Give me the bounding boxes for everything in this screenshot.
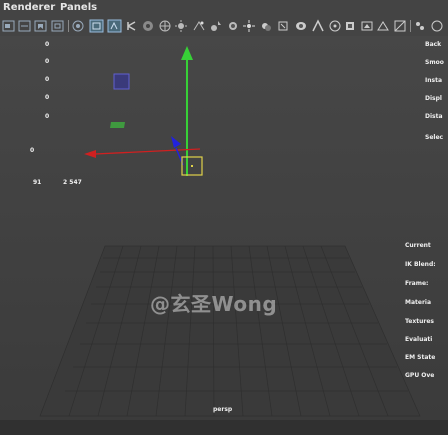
hud-info-label: Materia: [405, 299, 432, 306]
bookmark-icon[interactable]: [34, 18, 48, 33]
hud-info-label: Textures: [405, 318, 434, 325]
field-chart-icon[interactable]: [141, 18, 155, 33]
film-gate-icon[interactable]: [89, 18, 105, 33]
scene-canvas[interactable]: [0, 36, 448, 420]
panel-bottom-strip: [0, 420, 448, 435]
stat-value: 0: [45, 76, 50, 83]
menu-renderer[interactable]: Renderer: [3, 2, 55, 13]
anti-alias-icon[interactable]: [311, 18, 325, 33]
manipulator-xz-plane[interactable]: [110, 122, 125, 128]
wireframe-icon[interactable]: [174, 18, 188, 33]
toolbar-separator: [410, 20, 411, 32]
hud-label: Back: [425, 41, 442, 48]
hud-info-label: EM State: [405, 354, 436, 361]
menu-bar: Renderer Panels: [0, 0, 448, 16]
image-plane-icon[interactable]: [51, 18, 65, 33]
safe-action-icon[interactable]: [158, 18, 172, 33]
resolution-gate-icon[interactable]: [107, 18, 123, 33]
hud-label: Dista: [425, 113, 443, 120]
hud-info-label: Frame:: [405, 280, 429, 287]
toolbar-separator: [68, 20, 69, 32]
textured-icon[interactable]: [226, 18, 240, 33]
backface-icon[interactable]: [393, 18, 407, 33]
menu-panels[interactable]: Panels: [60, 2, 97, 13]
xray-icon[interactable]: [360, 18, 374, 33]
watermark: @玄圣Wong: [150, 292, 278, 316]
hud-info-label: IK Blend:: [405, 261, 436, 268]
stat-value: 0: [45, 41, 50, 48]
default-material-icon[interactable]: [209, 18, 223, 33]
ambient-occlusion-icon[interactable]: [276, 18, 290, 33]
smooth-shade-icon[interactable]: [192, 18, 206, 33]
stat-value: 0: [30, 147, 35, 154]
xray-joints-icon[interactable]: [376, 18, 390, 33]
pivot-point: [191, 165, 193, 167]
viewport-persp[interactable]: 0 0 0 0 0 Back Smoo Insta Displ Dista Se…: [0, 36, 448, 420]
gate-mask-icon[interactable]: [125, 18, 139, 33]
shadows-icon[interactable]: [259, 18, 273, 33]
camera-select-icon[interactable]: [2, 18, 16, 33]
lighting-icon[interactable]: [242, 18, 256, 33]
viewport-toolbar: [0, 16, 448, 37]
tear-off-icon[interactable]: [430, 18, 444, 33]
stat-value: 0: [45, 94, 50, 101]
ground-grid: [39, 245, 421, 417]
frame-count-value: 2 547: [63, 179, 82, 186]
hud-label: Smoo: [425, 59, 444, 66]
grid-toggle-icon[interactable]: [71, 18, 87, 33]
hud-info-label: GPU Ove: [405, 372, 435, 379]
camera-name: persp: [213, 406, 233, 413]
motion-blur-icon[interactable]: [294, 18, 308, 33]
hud-label: Selec: [425, 134, 444, 141]
stat-value: 0: [45, 58, 50, 65]
hud-info-label: Evaluati: [405, 336, 433, 343]
panel-layout-icon[interactable]: [413, 18, 427, 33]
isolate-select-icon[interactable]: [343, 18, 357, 33]
frame-start-value: 91: [33, 179, 42, 186]
camera-attrs-icon[interactable]: [18, 18, 32, 33]
depth-of-field-icon[interactable]: [328, 18, 342, 33]
hud-info-label: Current: [405, 242, 431, 249]
hud-label: Insta: [425, 77, 442, 84]
stat-value: 0: [45, 113, 50, 120]
manipulator-xy-plane[interactable]: [113, 73, 130, 90]
hud-label: Displ: [425, 95, 442, 102]
